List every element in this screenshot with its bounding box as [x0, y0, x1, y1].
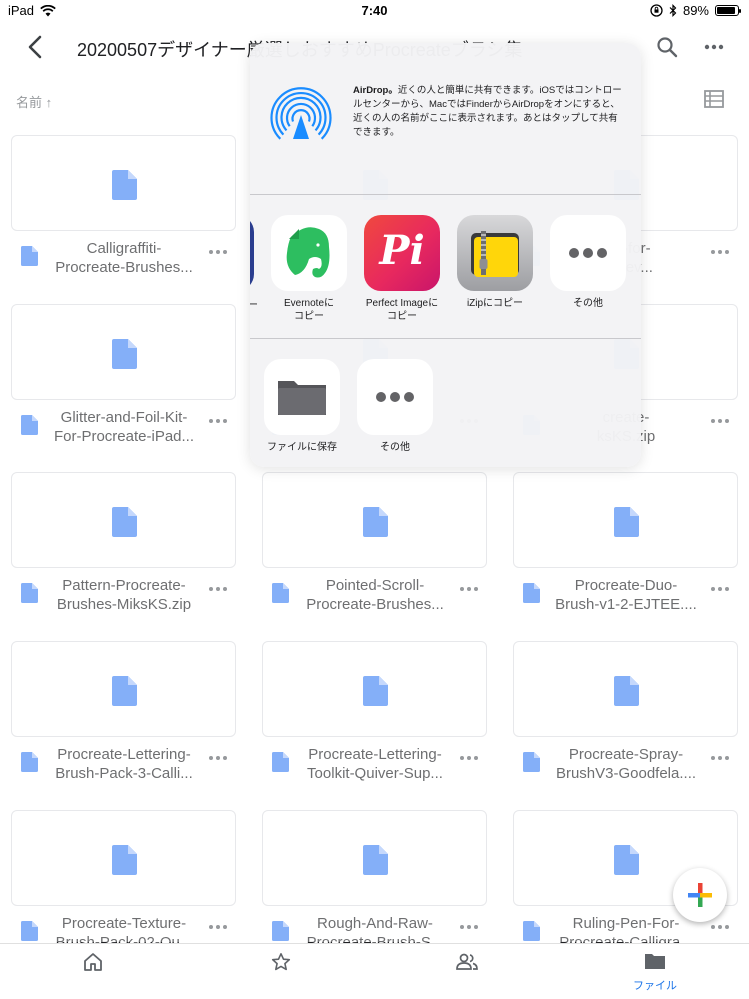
evernote-icon: [271, 215, 347, 291]
new-item-button[interactable]: [673, 868, 727, 922]
airdrop-description: AirDrop。近くの人と簡単に共有できます。iOSではコントロールセンターから…: [353, 85, 622, 138]
nav-starred[interactable]: [261, 952, 301, 977]
orientation-lock-icon: [650, 4, 663, 17]
more-actions-icon: [357, 359, 433, 435]
people-icon: [456, 953, 478, 970]
share-app-evernote[interactable]: Evernoteに コピー: [270, 215, 348, 323]
plus-icon: [688, 883, 712, 907]
back-arrow-icon[interactable]: [24, 34, 48, 60]
folder-icon: [264, 359, 340, 435]
airdrop-icon: [270, 87, 332, 140]
partial-app-tile[interactable]: [250, 215, 254, 291]
share-app-perfect-image[interactable]: Pi Perfect Imageに コピー: [363, 215, 441, 323]
nav-files-label: ファイル: [633, 980, 677, 992]
folder-icon: [645, 954, 665, 969]
share-app-izip[interactable]: iZipにコピー: [456, 215, 534, 310]
share-app-more[interactable]: その他: [549, 215, 627, 310]
action-save-to-files[interactable]: ファイルに保存: [263, 359, 341, 454]
bluetooth-icon: [669, 4, 677, 17]
partial-app-caption: ー: [250, 300, 258, 311]
bottom-navigation: ファイル: [0, 943, 749, 999]
izip-icon: [457, 215, 533, 291]
status-bar: iPad 7:40 89%: [0, 0, 749, 22]
more-options-icon[interactable]: [702, 35, 726, 59]
battery-percent: 89%: [682, 3, 709, 18]
more-apps-icon: [550, 215, 626, 291]
home-icon: [84, 953, 102, 971]
perfect-image-icon: Pi: [364, 215, 440, 291]
search-icon[interactable]: [655, 35, 679, 59]
separator: [250, 194, 641, 195]
nav-files[interactable]: ファイル: [630, 952, 680, 993]
separator: [250, 338, 641, 339]
action-more[interactable]: その他: [356, 359, 434, 454]
battery-icon: [715, 5, 741, 16]
star-icon: [271, 953, 291, 971]
nav-home[interactable]: [73, 952, 113, 977]
clock: 7:40: [361, 3, 388, 18]
share-sheet: AirDrop。近くの人と簡単に共有できます。iOSではコントロールセンターから…: [250, 43, 641, 467]
nav-shared[interactable]: [447, 952, 487, 977]
